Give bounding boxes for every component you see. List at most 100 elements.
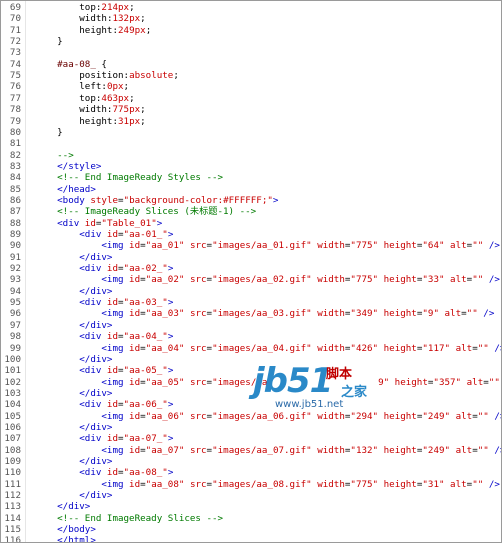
code-token: left bbox=[35, 81, 102, 93]
code-token: id bbox=[129, 444, 141, 456]
code-token: width bbox=[317, 342, 345, 354]
code-token: <div bbox=[35, 217, 85, 229]
code-token: src bbox=[189, 444, 207, 456]
code-token: </div> bbox=[35, 501, 91, 513]
code-token: 214px bbox=[101, 2, 130, 13]
line-number: 89 bbox=[9, 229, 21, 240]
code-text: top:214px; bbox=[35, 2, 135, 13]
code-line: 73 bbox=[1, 47, 501, 58]
code-token: src bbox=[189, 478, 207, 490]
line-number: 76 bbox=[9, 81, 21, 93]
code-token: /> bbox=[494, 444, 501, 456]
code-token: ; bbox=[173, 70, 179, 82]
code-text: </div> bbox=[35, 456, 112, 467]
code-editor[interactable]: 69 top:214px; 70 width:132px; 71 height:24… bbox=[0, 0, 502, 543]
code-line: 112 </div> bbox=[1, 490, 501, 501]
code-line: 107 <div id="aa-07_"> bbox=[1, 433, 501, 444]
code-line: 94 </div> bbox=[1, 286, 501, 297]
code-token: <body bbox=[35, 194, 91, 206]
code-token: <div bbox=[35, 297, 107, 309]
code-token: absolute bbox=[129, 70, 174, 82]
code-token: id bbox=[106, 365, 118, 377]
code-token: ; bbox=[140, 104, 146, 116]
code-text: --> bbox=[35, 150, 74, 161]
code-line: 100 </div> bbox=[1, 354, 501, 365]
code-text: width:775px; bbox=[35, 104, 146, 116]
code-token: "aa-05_" bbox=[123, 365, 168, 377]
code-token: "aa-04_" bbox=[123, 331, 168, 343]
code-text: </div> bbox=[35, 286, 112, 297]
code-token: "775" bbox=[350, 274, 384, 286]
code-token: "aa_05" bbox=[145, 376, 190, 388]
line-number: 99 bbox=[9, 342, 21, 354]
code-line: 97 </div> bbox=[1, 320, 501, 331]
code-token: 0px bbox=[106, 81, 124, 93]
code-token: </head> bbox=[35, 183, 96, 195]
code-token: "" bbox=[477, 444, 495, 456]
line-number: 108 bbox=[4, 444, 21, 456]
code-text: </div> bbox=[35, 388, 112, 399]
code-token: "357" bbox=[433, 376, 467, 388]
line-number: 116 bbox=[4, 535, 21, 543]
code-token: id bbox=[84, 217, 96, 229]
code-text: position:absolute; bbox=[35, 70, 179, 81]
code-token: id bbox=[106, 467, 118, 479]
code-token: ; bbox=[140, 115, 146, 127]
code-text: </div> bbox=[35, 490, 112, 501]
code-token: height bbox=[35, 115, 113, 127]
code-line: 71 height:249px; bbox=[1, 25, 501, 36]
code-text: <img id="aa_01" src="images/aa_01.gif" w… bbox=[35, 240, 500, 251]
code-token: </div> bbox=[35, 456, 113, 467]
code-text: </body> bbox=[35, 524, 96, 535]
code-token: "349" bbox=[350, 308, 384, 320]
line-number: 106 bbox=[4, 421, 21, 433]
code-token: top bbox=[79, 2, 96, 13]
line-number: 86 bbox=[9, 194, 21, 206]
code-line: 88 <div id="Table_01"> bbox=[1, 218, 501, 229]
code-token: <!-- End ImageReady Slices --> bbox=[35, 512, 224, 524]
code-text: <img id="aa_04" src="images/aa_04.gif" w… bbox=[35, 342, 501, 354]
code-text: </div> bbox=[35, 252, 112, 263]
code-text: } bbox=[35, 36, 63, 47]
code-token: "aa-03_" bbox=[123, 297, 168, 309]
code-token: alt bbox=[450, 478, 467, 490]
code-token: height bbox=[383, 240, 417, 252]
code-token: --> bbox=[35, 149, 74, 161]
line-number: 81 bbox=[9, 138, 21, 150]
code-line: 110 <div id="aa-08_"> bbox=[1, 467, 501, 478]
code-token: "aa_08" bbox=[145, 478, 190, 490]
code-token: "" bbox=[466, 308, 484, 320]
code-token: src bbox=[189, 274, 207, 286]
code-token: height bbox=[383, 342, 417, 354]
code-line: 72 } bbox=[1, 36, 501, 47]
line-number: 109 bbox=[4, 456, 21, 467]
code-token: ; bbox=[129, 2, 135, 13]
line-number: 97 bbox=[9, 319, 21, 331]
code-token: } bbox=[35, 36, 63, 48]
code-line: 79 height:31px; bbox=[1, 116, 501, 127]
code-token: "aa-06_" bbox=[123, 399, 168, 411]
code-token: alt bbox=[450, 274, 467, 286]
code-token: id bbox=[106, 263, 118, 275]
code-line: 95 <div id="aa-03_"> bbox=[1, 297, 501, 308]
code-token: width bbox=[35, 104, 107, 116]
code-token: <img bbox=[35, 444, 130, 456]
line-number: 102 bbox=[4, 376, 21, 388]
line-number: 100 bbox=[4, 353, 21, 365]
code-token: "" bbox=[477, 342, 495, 354]
code-token: src bbox=[189, 342, 207, 354]
code-text: <div id="aa-01_"> bbox=[35, 229, 173, 240]
code-text: </html> bbox=[35, 535, 96, 542]
code-text: </div> bbox=[35, 354, 112, 365]
code-text: <div id="aa-06_"> bbox=[35, 399, 173, 410]
code-token: <img bbox=[35, 478, 130, 490]
line-number: 73 bbox=[9, 47, 21, 59]
code-token: 775px bbox=[112, 104, 141, 116]
code-token: "aa-07_" bbox=[123, 433, 168, 445]
code-text: <div id="aa-05_"> bbox=[35, 365, 173, 376]
code-token: "Table_01" bbox=[101, 217, 157, 229]
code-token: id bbox=[106, 331, 118, 343]
code-token: id bbox=[106, 433, 118, 445]
